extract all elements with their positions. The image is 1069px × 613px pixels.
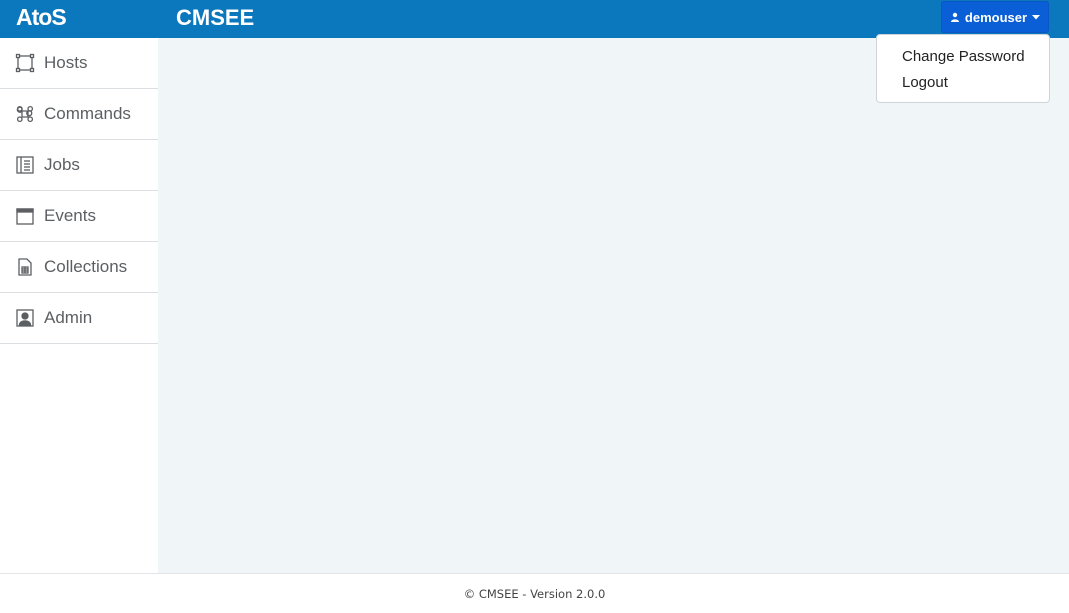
sidebar-item-jobs[interactable]: Jobs [0, 140, 158, 191]
main-content-area [158, 38, 1069, 573]
admin-icon [15, 308, 35, 328]
footer: © CMSEE - Version 2.0.0 [0, 573, 1069, 613]
sidebar-item-hosts[interactable]: Hosts [0, 38, 158, 89]
sidebar-item-collections[interactable]: Collections [0, 242, 158, 293]
footer-version-text: © CMSEE - Version 2.0.0 [463, 586, 606, 601]
sidebar-item-events[interactable]: Events [0, 191, 158, 242]
sidebar: Hosts Commands Jobs Events Collections A… [0, 38, 158, 573]
calendar-icon [15, 206, 35, 226]
user-dropdown-menu: Change Password Logout [876, 34, 1050, 103]
sidebar-item-label: Jobs [44, 155, 80, 174]
atos-logo[interactable]: AtoS [16, 3, 67, 31]
sidebar-item-label: Commands [44, 104, 131, 123]
logout-menu-item[interactable]: Logout [877, 71, 1049, 97]
jobs-icon [15, 155, 35, 175]
caret-down-icon [1032, 14, 1041, 20]
app-title: CMSEE [176, 5, 255, 30]
sidebar-item-commands[interactable]: Commands [0, 89, 158, 140]
top-navbar: AtoS CMSEE demouser [0, 0, 1069, 38]
user-menu-button[interactable]: demouser [941, 1, 1049, 33]
username-label: demouser [964, 9, 1028, 25]
user-icon [950, 12, 960, 22]
sidebar-item-admin[interactable]: Admin [0, 293, 158, 344]
sidebar-item-label: Hosts [44, 53, 88, 72]
sidebar-item-label: Admin [44, 308, 93, 327]
sidebar-item-label: Events [44, 206, 96, 225]
sidebar-item-label: Collections [44, 257, 128, 276]
change-password-menu-item[interactable]: Change Password [877, 45, 1049, 71]
collections-icon [15, 257, 35, 277]
command-icon [15, 104, 35, 124]
hosts-icon [15, 53, 35, 73]
